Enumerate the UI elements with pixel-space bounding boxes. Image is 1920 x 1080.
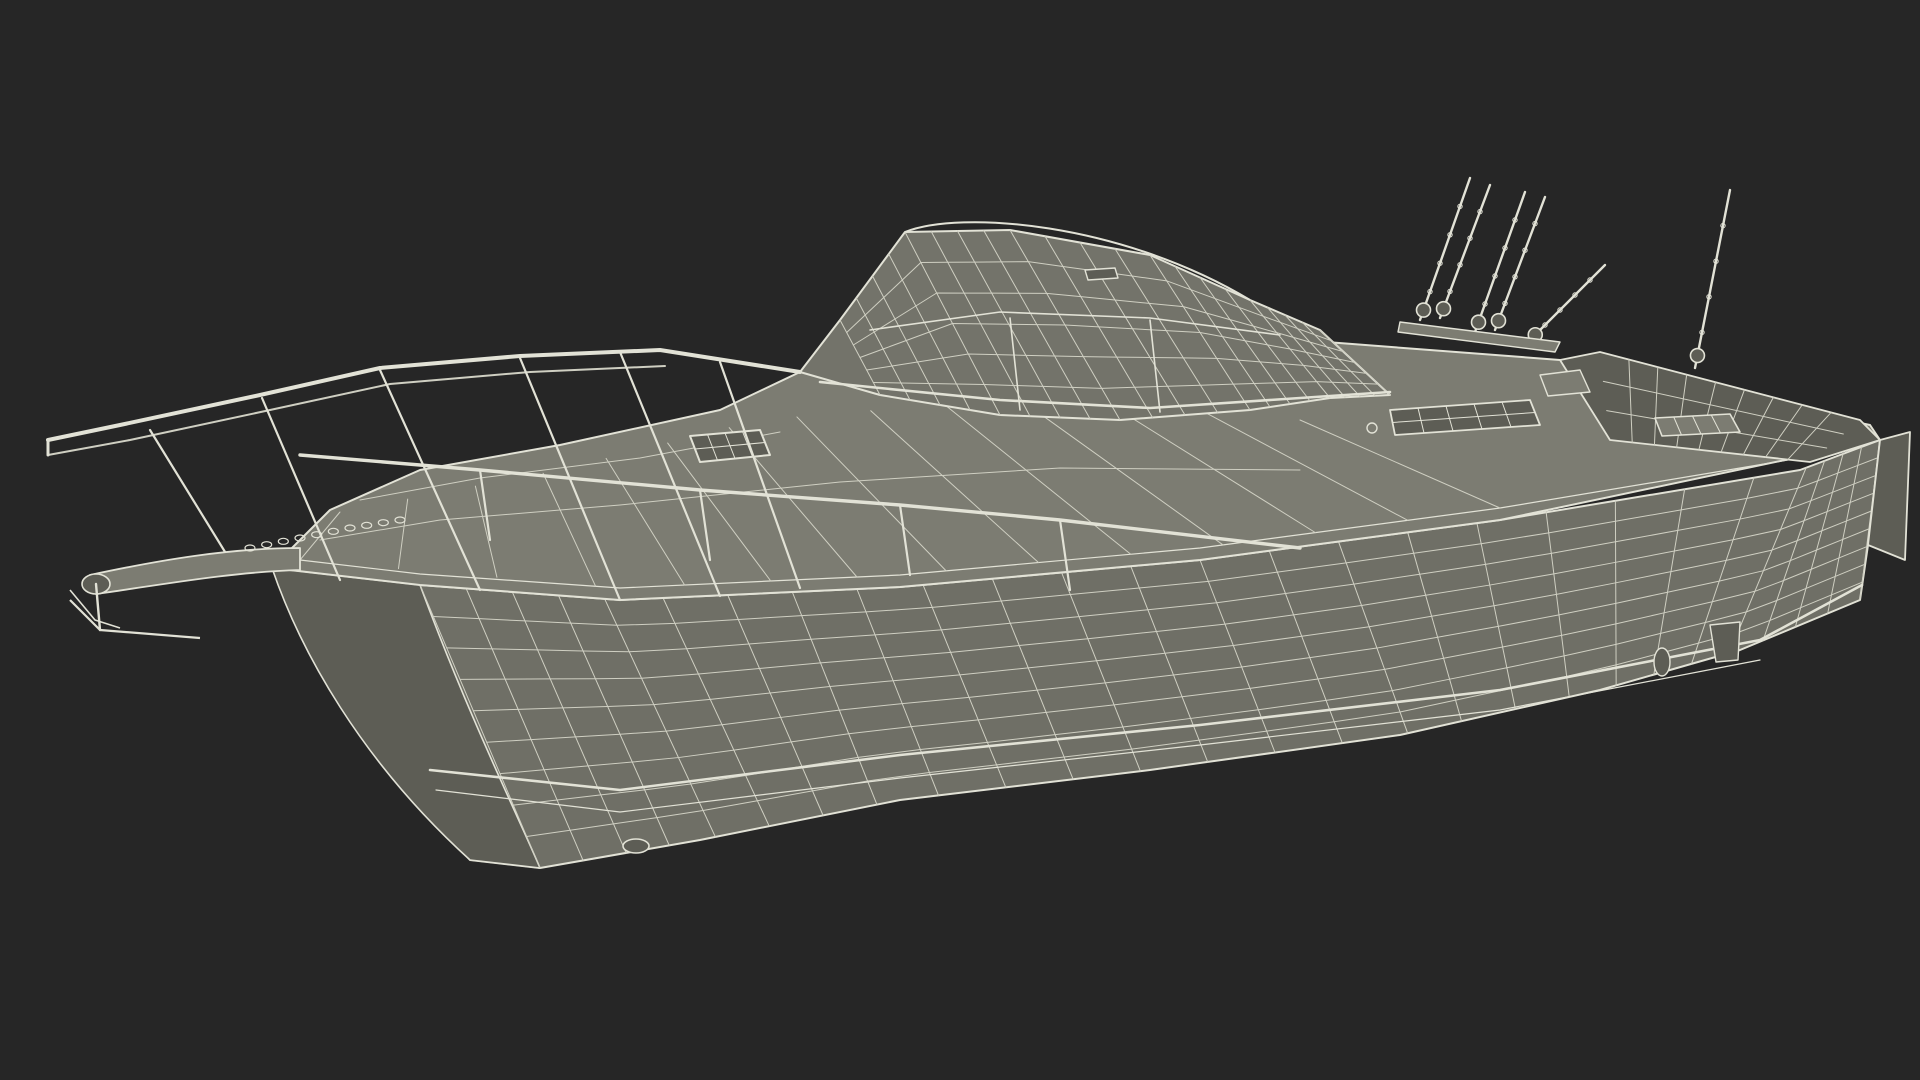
fishing-reel [1470,314,1487,331]
rudder [1709,621,1741,663]
hull-through-fitting [622,838,650,854]
propeller [1653,647,1671,677]
fishing-reel [1435,300,1452,317]
tackle-box [1539,369,1591,397]
fishing-reel [1689,347,1706,364]
fishing-reel [1415,302,1432,318]
roof-vent [1084,267,1119,281]
boat-wireframe-illustration [0,0,1920,1080]
fishing-reel [1490,312,1507,329]
render-viewport [0,0,1920,1080]
fighting-chair-base [1654,413,1741,437]
